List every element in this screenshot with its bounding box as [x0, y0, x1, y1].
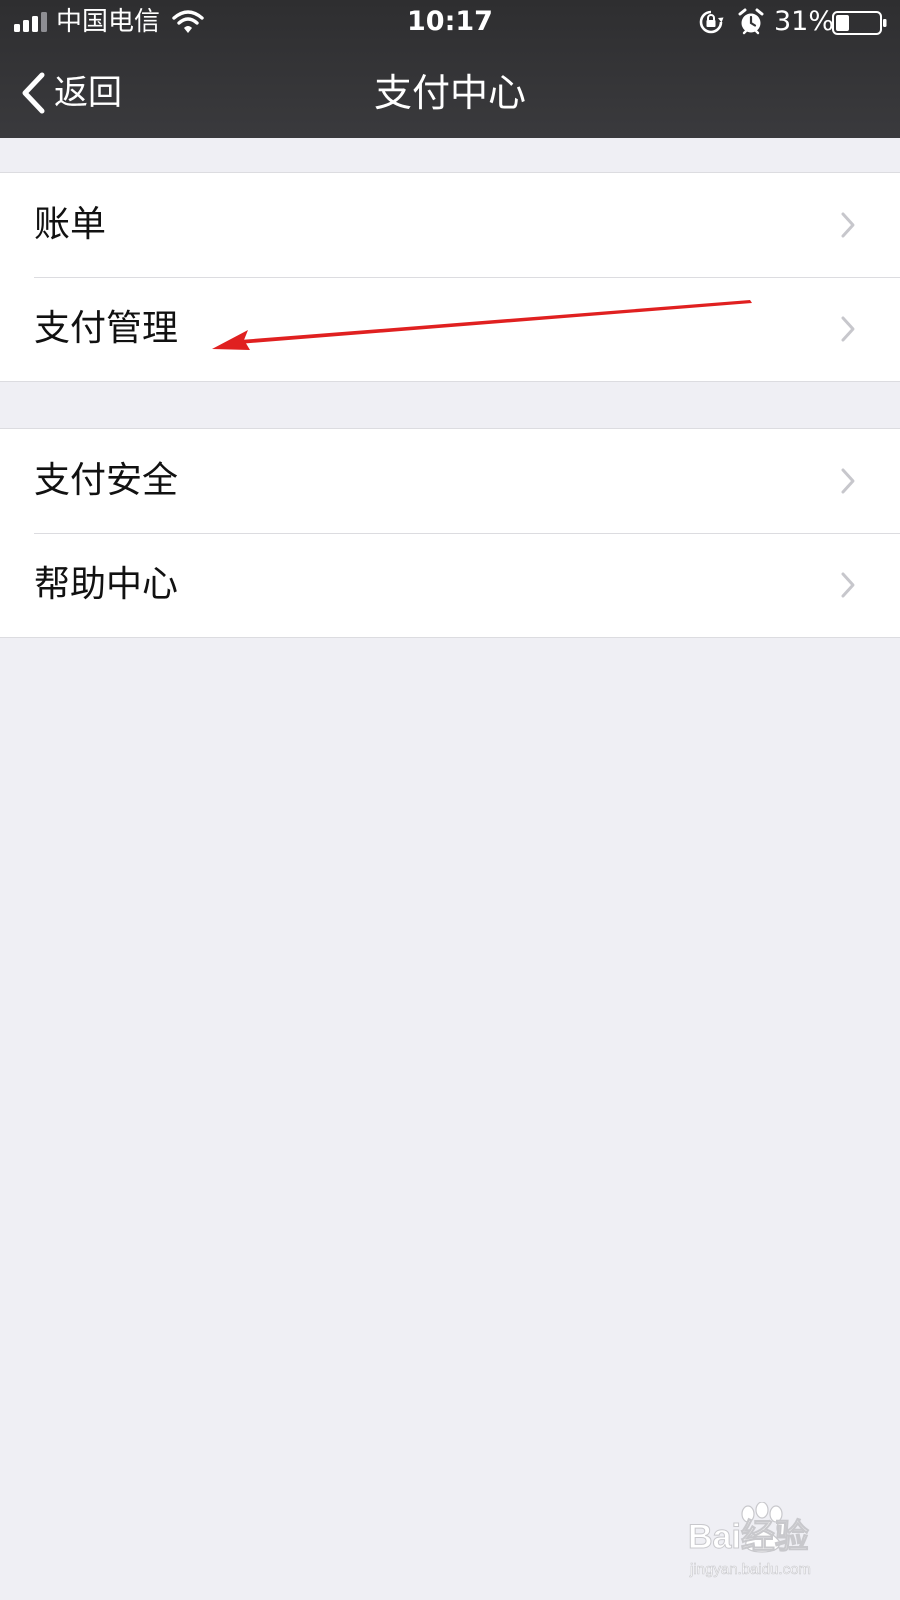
watermark-url: jingyan.baidu.com	[689, 1561, 811, 1578]
nav-bar: 返回 支付中心	[0, 48, 900, 138]
chevron-right-icon	[841, 572, 855, 598]
annotation-arrow	[212, 300, 752, 350]
svg-text:Bai经验: Bai经验	[688, 1517, 809, 1556]
header: 中国电信 10:17 31% 返回 支付中心	[0, 0, 900, 138]
chevron-right-icon	[841, 212, 855, 238]
baidu-jingyan-watermark: Bai经验 jingyan.baidu.com	[688, 1502, 811, 1578]
status-bar: 中国电信 10:17 31%	[0, 0, 900, 44]
menu-item-help-center[interactable]: 帮助中心	[0, 533, 900, 637]
page-title: 支付中心	[373, 71, 526, 115]
menu-item-label: 支付管理	[34, 308, 179, 349]
svg-text:jingyan.baidu.com: jingyan.baidu.com	[689, 1561, 811, 1578]
battery-icon	[832, 11, 887, 35]
menu-item-label: 帮助中心	[34, 564, 179, 605]
battery-percent: 31%	[774, 6, 835, 37]
screen: 中国电信 10:17 31% 返回 支付中心 账单 支付管理 支付安全 帮助中心…	[0, 0, 900, 1600]
watermark-brand: Bai经验	[688, 1517, 809, 1556]
menu-item-label: 账单	[34, 204, 107, 245]
rotation-lock-icon	[699, 10, 724, 34]
status-time: 10:17	[407, 6, 493, 37]
menu-item-label: 支付安全	[34, 460, 179, 501]
chevron-right-icon	[841, 468, 855, 494]
menu-item-payment-security[interactable]: 支付安全	[0, 429, 900, 533]
menu-group-2: 支付安全 帮助中心	[0, 428, 900, 638]
chevron-right-icon	[841, 316, 855, 342]
menu-item-bill[interactable]: 账单	[0, 173, 900, 277]
alarm-icon	[738, 8, 764, 35]
